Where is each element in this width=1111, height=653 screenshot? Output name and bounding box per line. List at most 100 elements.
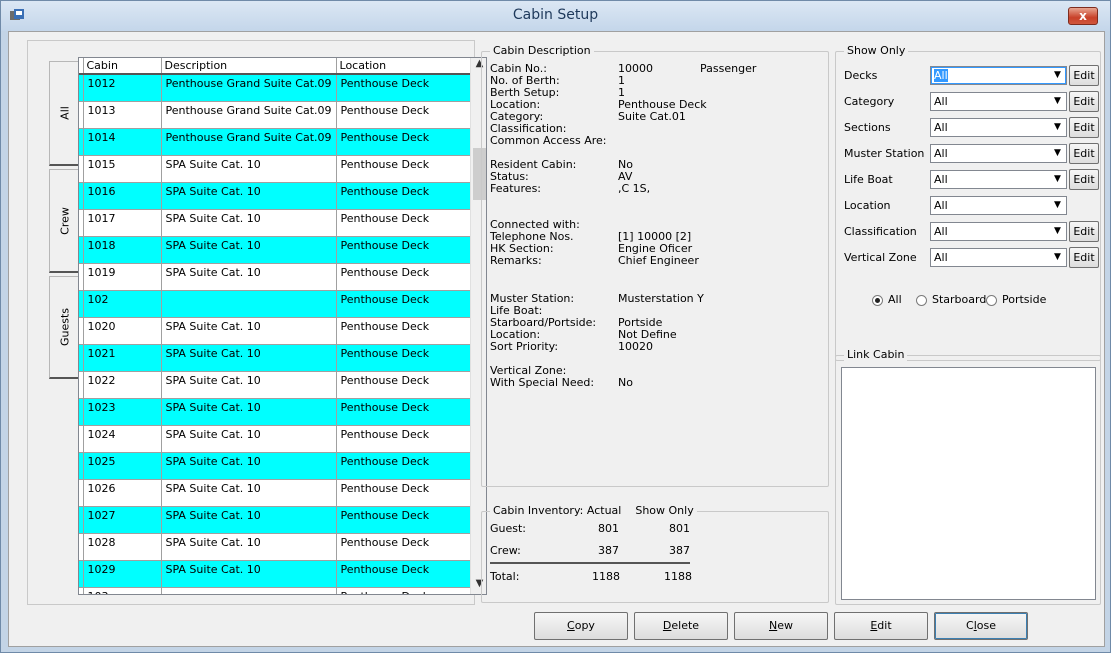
cell-description[interactable]: SPA Suite Cat. 10	[161, 182, 337, 210]
cell-cabin[interactable]: 1021	[83, 344, 162, 372]
cell-description[interactable]: SPA Suite Cat. 10	[161, 398, 337, 426]
cell-location[interactable]: Penthouse Deck	[336, 587, 485, 594]
vertical-zone-edit-button[interactable]: Edit	[1069, 247, 1099, 268]
classification-edit-button[interactable]: Edit	[1069, 221, 1099, 242]
cell-description[interactable]: SPA Suite Cat. 10	[161, 452, 337, 480]
category-edit-button[interactable]: Edit	[1069, 91, 1099, 112]
cell-description[interactable]	[161, 587, 337, 594]
cell-description[interactable]: SPA Suite Cat. 10	[161, 317, 337, 345]
category-select[interactable]: All ▼	[930, 92, 1067, 111]
close-window-button[interactable]: x	[1068, 7, 1098, 25]
tab-all[interactable]: All	[49, 61, 79, 166]
column-header-location[interactable]: Location	[336, 58, 485, 75]
cell-description[interactable]: SPA Suite Cat. 10	[161, 425, 337, 453]
muster-station-edit-button[interactable]: Edit	[1069, 143, 1099, 164]
cell-cabin[interactable]: 1018	[83, 236, 162, 264]
table-row[interactable]: 1022 SPA Suite Cat. 10 Penthouse Deck	[79, 371, 485, 399]
table-row[interactable]: 1017 SPA Suite Cat. 10 Penthouse Deck	[79, 209, 485, 237]
cell-location[interactable]: Penthouse Deck	[336, 398, 485, 426]
chevron-down-icon[interactable]: ▼	[1050, 146, 1065, 161]
table-row[interactable]: 1016 SPA Suite Cat. 10 Penthouse Deck	[79, 182, 485, 210]
location-select[interactable]: All ▼	[930, 196, 1067, 215]
radio-starboard-label[interactable]: Starboard	[932, 293, 986, 306]
table-row[interactable]: 1021 SPA Suite Cat. 10 Penthouse Deck	[79, 344, 485, 372]
cell-cabin[interactable]: 1027	[83, 506, 162, 534]
sections-select[interactable]: All ▼	[930, 118, 1067, 137]
cell-description[interactable]: SPA Suite Cat. 10	[161, 533, 337, 561]
cell-description[interactable]: SPA Suite Cat. 10	[161, 506, 337, 534]
vertical-zone-select[interactable]: All ▼	[930, 248, 1067, 267]
cell-location[interactable]: Penthouse Deck	[336, 506, 485, 534]
cell-cabin[interactable]: 1013	[83, 101, 162, 129]
new-button[interactable]: New	[734, 612, 828, 640]
cell-location[interactable]: Penthouse Deck	[336, 533, 485, 561]
table-row[interactable]: 1018 SPA Suite Cat. 10 Penthouse Deck	[79, 236, 485, 264]
cell-cabin[interactable]: 1025	[83, 452, 162, 480]
cell-location[interactable]: Penthouse Deck	[336, 101, 485, 129]
cell-location[interactable]: Penthouse Deck	[336, 263, 485, 291]
table-row[interactable]: 102 Penthouse Deck	[79, 290, 485, 318]
edit-button[interactable]: Edit	[834, 612, 928, 640]
table-row[interactable]: 1023 SPA Suite Cat. 10 Penthouse Deck	[79, 398, 485, 426]
chevron-down-icon[interactable]: ▼	[1050, 68, 1065, 83]
cell-cabin[interactable]: 1024	[83, 425, 162, 453]
cell-description[interactable]: SPA Suite Cat. 10	[161, 479, 337, 507]
table-row[interactable]: 1020 SPA Suite Cat. 10 Penthouse Deck	[79, 317, 485, 345]
cell-location[interactable]: Penthouse Deck	[336, 479, 485, 507]
table-row[interactable]: 1014 Penthouse Grand Suite Cat.09 Penthous…	[79, 128, 485, 156]
close-button[interactable]: Close	[934, 612, 1028, 640]
cell-cabin[interactable]: 1016	[83, 182, 162, 210]
decks-select[interactable]: All ▼	[930, 66, 1067, 85]
chevron-down-icon[interactable]: ▼	[1050, 250, 1065, 265]
cell-description[interactable]: SPA Suite Cat. 10	[161, 371, 337, 399]
table-row[interactable]: 1012 Penthouse Grand Suite Cat.09 Penthous…	[79, 74, 485, 102]
cell-location[interactable]: Penthouse Deck	[336, 155, 485, 183]
table-row[interactable]: 1019 SPA Suite Cat. 10 Penthouse Deck	[79, 263, 485, 291]
cell-cabin[interactable]: 1022	[83, 371, 162, 399]
tab-crew[interactable]: Crew	[49, 169, 79, 273]
cell-description[interactable]: SPA Suite Cat. 10	[161, 209, 337, 237]
sections-edit-button[interactable]: Edit	[1069, 117, 1099, 138]
column-header-cabin[interactable]: Cabin	[83, 58, 162, 75]
cell-location[interactable]: Penthouse Deck	[336, 344, 485, 372]
radio-portside[interactable]	[986, 295, 997, 306]
link-cabin-list[interactable]	[841, 367, 1096, 600]
cell-description[interactable]: SPA Suite Cat. 10	[161, 155, 337, 183]
cell-location[interactable]: Penthouse Deck	[336, 74, 485, 102]
cell-description[interactable]: SPA Suite Cat. 10	[161, 236, 337, 264]
cell-description[interactable]: Penthouse Grand Suite Cat.09	[161, 128, 337, 156]
cell-location[interactable]: Penthouse Deck	[336, 236, 485, 264]
cell-cabin[interactable]: 1015	[83, 155, 162, 183]
cell-cabin[interactable]: 1023	[83, 398, 162, 426]
table-row[interactable]: 1025 SPA Suite Cat. 10 Penthouse Deck	[79, 452, 485, 480]
cell-cabin[interactable]: 1017	[83, 209, 162, 237]
cell-location[interactable]: Penthouse Deck	[336, 209, 485, 237]
tab-guests[interactable]: Guests	[49, 276, 79, 379]
cell-location[interactable]: Penthouse Deck	[336, 182, 485, 210]
table-row[interactable]: 103 Penthouse Deck	[79, 587, 485, 594]
table-row[interactable]: 1026 SPA Suite Cat. 10 Penthouse Deck	[79, 479, 485, 507]
classification-select[interactable]: All ▼	[930, 222, 1067, 241]
chevron-down-icon[interactable]: ▼	[1050, 94, 1065, 109]
cell-description[interactable]: Penthouse Grand Suite Cat.09	[161, 74, 337, 102]
table-row[interactable]: 1029 SPA Suite Cat. 10 Penthouse Deck	[79, 560, 485, 588]
chevron-down-icon[interactable]: ▼	[1050, 198, 1065, 213]
chevron-down-icon[interactable]: ▼	[1050, 224, 1065, 239]
muster-station-select[interactable]: All ▼	[930, 144, 1067, 163]
radio-starboard[interactable]	[916, 295, 927, 306]
decks-edit-button[interactable]: Edit	[1069, 65, 1099, 86]
cell-description[interactable]: SPA Suite Cat. 10	[161, 560, 337, 588]
cell-cabin[interactable]: 1029	[83, 560, 162, 588]
radio-portside-label[interactable]: Portside	[1002, 293, 1046, 306]
copy-button[interactable]: Copy	[534, 612, 628, 640]
cell-cabin[interactable]: 1020	[83, 317, 162, 345]
delete-button[interactable]: Delete	[634, 612, 728, 640]
life-boat-select[interactable]: All ▼	[930, 170, 1067, 189]
cell-location[interactable]: Penthouse Deck	[336, 425, 485, 453]
cell-cabin[interactable]: 1019	[83, 263, 162, 291]
cell-location[interactable]: Penthouse Deck	[336, 452, 485, 480]
table-row[interactable]: 1013 Penthouse Grand Suite Cat.09 Penthous…	[79, 101, 485, 129]
cell-description[interactable]: SPA Suite Cat. 10	[161, 344, 337, 372]
cell-location[interactable]: Penthouse Deck	[336, 128, 485, 156]
chevron-down-icon[interactable]: ▼	[1050, 172, 1065, 187]
